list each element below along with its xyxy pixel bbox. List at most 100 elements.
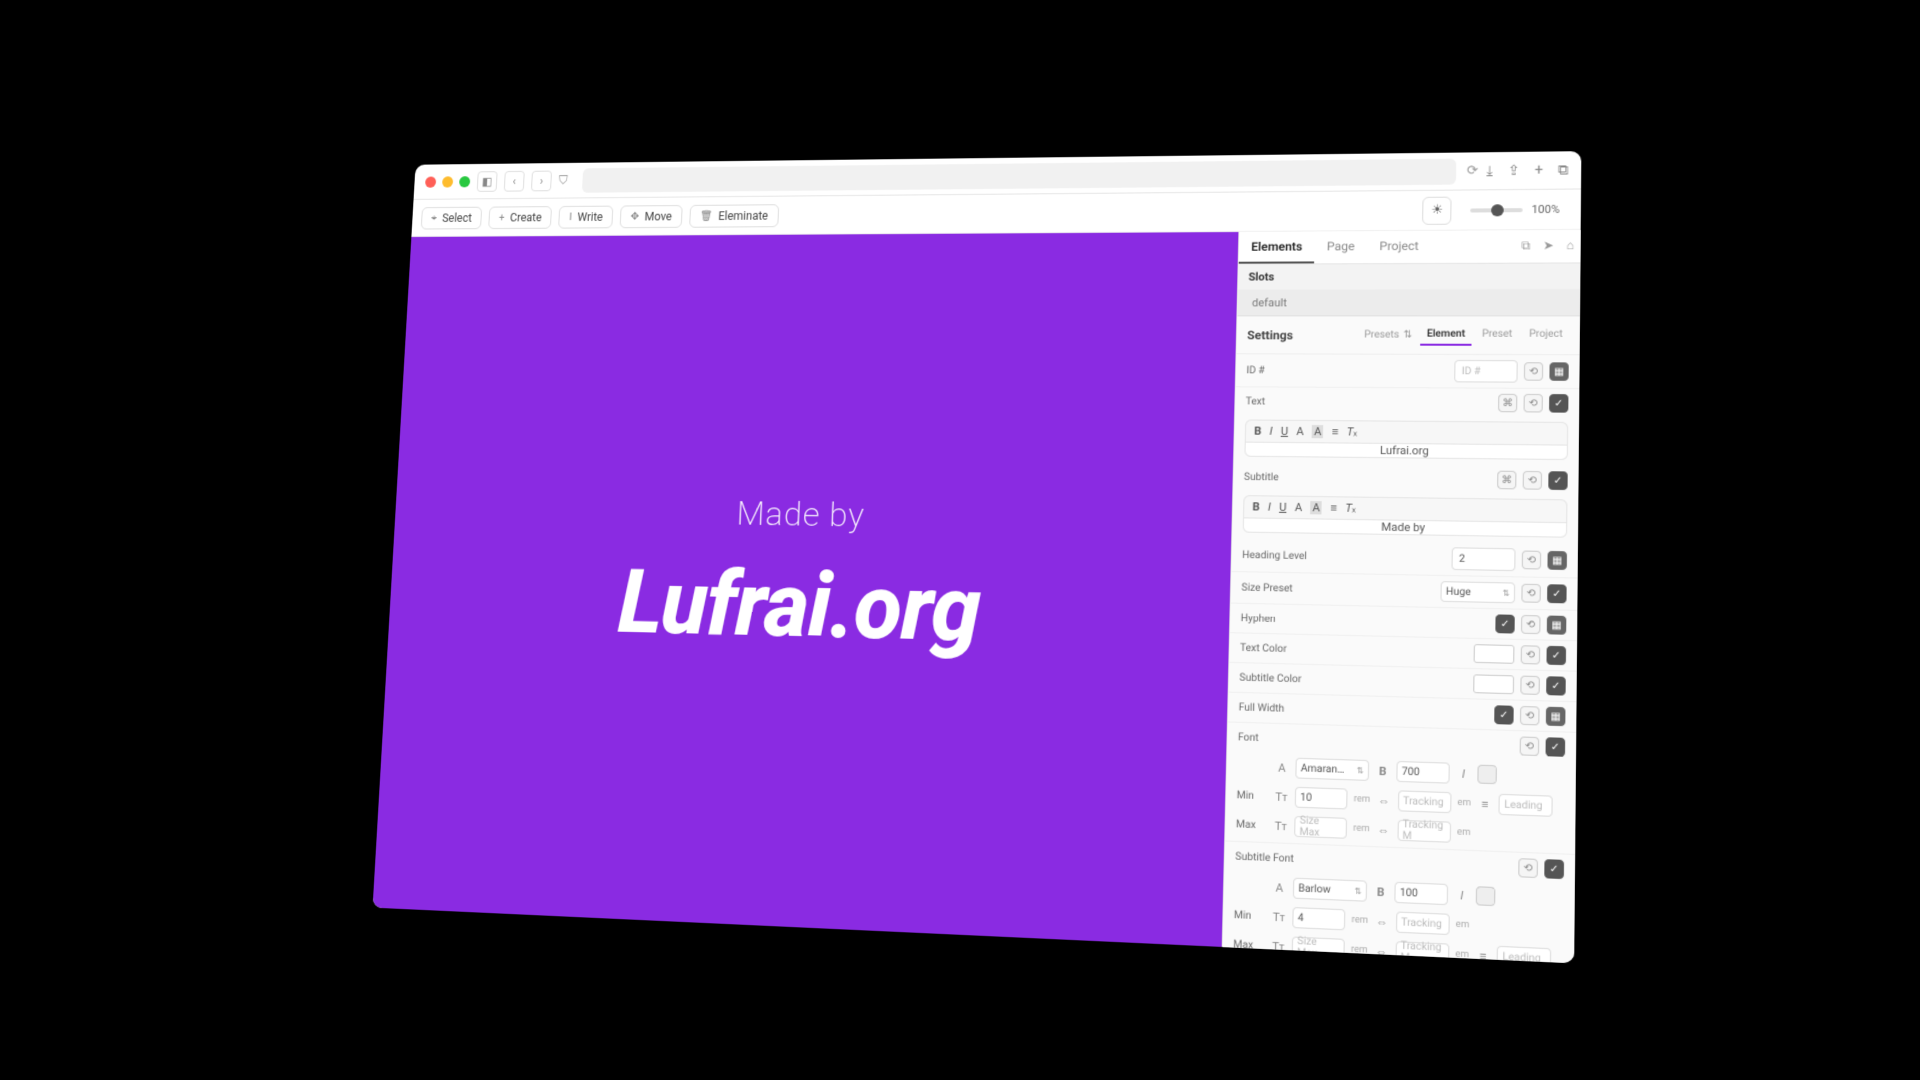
subtitle-color-input[interactable] (1473, 674, 1514, 694)
text-cursor-icon: I (569, 211, 572, 223)
tab-page[interactable]: Page (1314, 231, 1367, 263)
align-icon[interactable]: ≡ (1330, 501, 1337, 514)
reset-icon[interactable]: ⟲ (1520, 736, 1540, 756)
tabs-overview-icon[interactable]: ⧉ (1558, 162, 1569, 178)
reset-icon[interactable]: ⟲ (1524, 362, 1543, 380)
subtitle-tracking-input[interactable]: Tracking (1396, 911, 1450, 935)
hyphen-checkbox[interactable]: ✓ (1495, 614, 1514, 633)
canvas[interactable]: Made by Lufrai.org (373, 232, 1239, 947)
italic-icon[interactable]: I (1268, 500, 1271, 513)
clear-format-icon[interactable]: Tₓ (1347, 425, 1358, 438)
align-icon[interactable]: ≡ (1332, 425, 1339, 438)
text-color-input[interactable] (1474, 644, 1515, 664)
italic-icon[interactable]: I (1456, 767, 1471, 781)
reset-icon[interactable]: ⟲ (1521, 615, 1541, 634)
url-bar[interactable] (582, 158, 1457, 192)
presets-dropdown[interactable]: Presets⇅ (1364, 329, 1412, 340)
heading-level-input[interactable]: 2 (1451, 547, 1515, 571)
subtab-project[interactable]: Project (1523, 325, 1569, 346)
move-button[interactable]: ✥Move (620, 205, 683, 228)
check-icon[interactable]: ✓ (1546, 737, 1566, 757)
id-input[interactable]: ID # (1454, 360, 1518, 383)
eleminate-button[interactable]: 🗑Eleminate (689, 204, 779, 227)
italic-icon[interactable]: I (1454, 888, 1469, 902)
size-preset-select[interactable]: Huge⇅ (1440, 581, 1515, 603)
download-icon[interactable]: ⤓ (1486, 163, 1493, 179)
check-icon[interactable]: ✓ (1544, 859, 1564, 879)
font-size-icon: Tᴛ (1271, 939, 1286, 953)
lock-icon[interactable]: ▦ (1547, 551, 1567, 570)
italic-icon[interactable]: I (1269, 425, 1272, 438)
font-tracking-input[interactable]: Tracking (1398, 790, 1452, 813)
home-icon[interactable]: ⌂ (1560, 230, 1581, 263)
check-icon[interactable]: ✓ (1548, 471, 1567, 490)
subtitle-max-size-input[interactable]: Size Max (1292, 936, 1345, 960)
lock-icon[interactable]: ▦ (1547, 616, 1567, 635)
font-leading-input[interactable]: Leading (1499, 794, 1553, 817)
theme-toggle-icon[interactable]: ☀ (1422, 196, 1452, 224)
copy-icon[interactable]: ⧉ (1515, 230, 1537, 262)
font-weight-input[interactable]: 700 (1396, 761, 1449, 784)
tab-elements[interactable]: Elements (1239, 232, 1315, 264)
font-color-icon[interactable]: A (1296, 425, 1304, 438)
select-button[interactable]: ⌖Select (421, 206, 483, 229)
code-icon[interactable]: ⌘ (1498, 394, 1517, 413)
back-icon[interactable]: ‹ (504, 170, 525, 191)
reset-icon[interactable]: ⟲ (1520, 676, 1540, 695)
subtitle-min-size-input[interactable]: 4 (1292, 907, 1345, 930)
reset-icon[interactable]: ⟲ (1522, 550, 1541, 569)
send-icon[interactable]: ➤ (1537, 230, 1561, 263)
text-input[interactable]: Lufrai.org (1244, 443, 1568, 460)
reset-icon[interactable]: ⟲ (1521, 645, 1541, 664)
reset-icon[interactable]: ⟲ (1524, 394, 1543, 413)
zoom-control: 100% (1471, 203, 1560, 217)
reset-icon[interactable]: ⟲ (1518, 858, 1538, 878)
chevron-updown-icon: ⇅ (1502, 588, 1509, 597)
font-max-size-input[interactable]: Size Max (1294, 816, 1347, 839)
subtitle-leading-input[interactable]: Leading (1497, 946, 1552, 963)
close-window-icon[interactable] (425, 176, 436, 187)
font-tracking-max-input[interactable]: Tracking M (1397, 820, 1451, 843)
clear-format-icon[interactable]: Tₓ (1345, 502, 1356, 515)
underline-icon[interactable]: U (1281, 425, 1289, 438)
size-preset-label: Size Preset (1241, 582, 1324, 595)
check-icon[interactable]: ✓ (1547, 584, 1567, 603)
zoom-slider[interactable] (1471, 208, 1524, 212)
share-icon[interactable]: ⇪ (1508, 162, 1521, 178)
lock-icon[interactable]: ▦ (1549, 362, 1568, 381)
highlight-icon[interactable]: A (1310, 501, 1322, 514)
reload-icon[interactable]: ⟳ (1467, 163, 1479, 178)
reset-icon[interactable]: ⟲ (1520, 706, 1540, 725)
new-tab-icon[interactable]: + (1535, 162, 1544, 178)
font-family-select[interactable]: Amaran…⇅ (1295, 758, 1369, 781)
check-icon[interactable]: ✓ (1546, 646, 1566, 665)
create-button[interactable]: +Create (488, 206, 552, 229)
lock-icon[interactable]: ▦ (1546, 707, 1566, 727)
underline-icon[interactable]: U (1279, 501, 1287, 514)
subtab-element[interactable]: Element (1420, 324, 1471, 345)
subtitle-tracking-max-input[interactable]: Tracking M (1395, 941, 1449, 963)
subtitle-font-family-select[interactable]: Barlow⇅ (1293, 878, 1367, 902)
write-button[interactable]: IWrite (558, 205, 613, 228)
forward-icon[interactable]: › (531, 170, 552, 191)
subtitle-italic-toggle[interactable] (1476, 886, 1496, 906)
slot-default[interactable]: default (1237, 290, 1580, 317)
font-color-icon[interactable]: A (1295, 501, 1303, 514)
check-icon[interactable]: ✓ (1546, 676, 1566, 695)
code-icon[interactable]: ⌘ (1497, 471, 1516, 490)
subtitle-font-weight-input[interactable]: 100 (1394, 882, 1448, 905)
bold-icon[interactable]: B (1252, 500, 1260, 513)
check-icon[interactable]: ✓ (1549, 394, 1568, 413)
tab-project[interactable]: Project (1367, 231, 1432, 263)
reset-icon[interactable]: ⟲ (1521, 584, 1540, 603)
highlight-icon[interactable]: A (1312, 425, 1324, 438)
minimize-window-icon[interactable] (442, 176, 453, 187)
bold-icon[interactable]: B (1254, 425, 1261, 438)
font-min-size-input[interactable]: 10 (1295, 787, 1348, 810)
reset-icon[interactable]: ⟲ (1523, 471, 1542, 490)
maximize-window-icon[interactable] (459, 176, 470, 187)
font-italic-toggle[interactable] (1477, 765, 1497, 785)
full-width-checkbox[interactable]: ✓ (1494, 705, 1514, 724)
subtab-preset[interactable]: Preset (1476, 325, 1519, 346)
sidebar-toggle-icon[interactable]: ◧ (477, 171, 498, 192)
